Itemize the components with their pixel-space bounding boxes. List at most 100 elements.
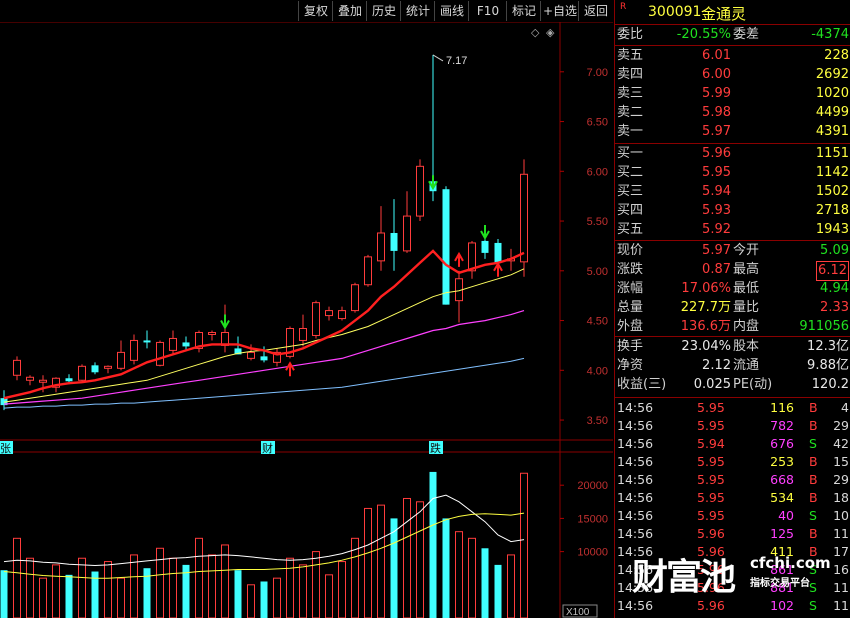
settings-dot-icon[interactable]: ◈: [546, 26, 555, 39]
volume-bar: [286, 557, 294, 618]
ask-row[interactable]: 卖三 5.99 1020: [615, 85, 850, 103]
candle-body: [364, 256, 372, 286]
tick-side: S: [809, 436, 817, 451]
price-tick-label: 4.50: [587, 316, 608, 328]
mark-button[interactable]: 标记: [506, 1, 541, 21]
volume-bar: [442, 518, 450, 618]
tick-count: 11: [833, 526, 849, 541]
volume-bar: [117, 577, 125, 618]
f10-button[interactable]: F10: [468, 1, 507, 21]
quote-value: 911056: [799, 319, 849, 334]
volume-tick-label: 20000: [577, 480, 608, 492]
statistics-button[interactable]: 统计: [400, 1, 435, 21]
volume-bar: [195, 537, 203, 618]
weicha-value: -4374: [811, 27, 849, 42]
tick-side: B: [809, 490, 818, 505]
bid-row[interactable]: 买一 5.96 1151: [615, 145, 850, 163]
quote-row: 现价 5.97 今开 5.09: [615, 242, 850, 260]
add-favorite-button[interactable]: +自选: [540, 1, 579, 21]
tick-time: 14:56: [617, 472, 654, 487]
kline-chart[interactable]: 7.17 7.00 6.50 6.00 5.50 5.00 4.50 4.00 3.50 200…: [0, 22, 613, 618]
bid-row[interactable]: 买五 5.92 1943: [615, 221, 850, 239]
watermark-sub: 指标交易平台: [750, 578, 810, 589]
ask-volume: 4499: [815, 105, 849, 120]
divider: [615, 24, 850, 25]
volume-bar: [221, 544, 229, 618]
finance-value: 2.12: [702, 358, 731, 373]
quote-value: 136.6万: [680, 319, 731, 334]
bid-price: 5.96: [702, 146, 731, 161]
stock-header: R 300091 金通灵: [615, 0, 850, 24]
volume-bar: [481, 548, 489, 618]
tick-price: 5.95: [697, 508, 725, 523]
bid-price: 5.92: [702, 222, 731, 237]
back-button[interactable]: 返回: [578, 1, 613, 21]
tick-price: 5.95: [697, 400, 725, 415]
bid-row[interactable]: 买二 5.95 1142: [615, 164, 850, 182]
candle-body: [169, 337, 177, 351]
tick-volume: 668: [770, 472, 794, 487]
volume-bar: [247, 584, 255, 618]
volume-bar: [104, 561, 112, 618]
ask-row[interactable]: 卖二 5.98 4499: [615, 104, 850, 122]
candle-body: [156, 341, 164, 366]
candle-body: [91, 365, 99, 373]
diamond-icon[interactable]: ◇: [531, 26, 540, 39]
ask-label: 卖三: [617, 86, 644, 101]
ask-price: 5.99: [702, 86, 731, 101]
tick-time: 14:56: [617, 454, 654, 469]
candle-body: [338, 310, 346, 320]
volume-bar: [468, 537, 476, 618]
bid-label: 买一: [617, 146, 644, 161]
candle-body: [351, 284, 359, 312]
divider: [615, 397, 850, 398]
bid-label: 买二: [617, 165, 644, 180]
volume-bar: [520, 472, 528, 618]
tick-count: 18: [833, 490, 849, 505]
stock-code: 300091: [648, 4, 702, 20]
tick-time: 14:56: [617, 400, 654, 415]
candle-body: [65, 378, 73, 382]
finance-row: 收益(三) 0.025 PE(动) 120.2: [615, 376, 850, 394]
overlay-button[interactable]: 叠加: [332, 1, 367, 21]
candle-body: [13, 359, 21, 376]
weibi-value: -20.55%: [676, 27, 731, 42]
volume-bar: [299, 564, 307, 618]
draw-line-button[interactable]: 画线: [434, 1, 469, 21]
candle-body: [403, 215, 411, 252]
candle-body: [390, 232, 398, 251]
candle-body: [416, 165, 424, 217]
stock-name: 金通灵: [701, 5, 747, 23]
tick-row: 14:56 5.94 676 S 42: [615, 435, 850, 453]
volume-bar: [377, 504, 385, 618]
bid-row[interactable]: 买三 5.94 1502: [615, 183, 850, 201]
candle-body: [494, 242, 502, 263]
restore-rights-button[interactable]: 复权: [298, 1, 333, 21]
candle-body: [182, 342, 190, 347]
bid-label: 买四: [617, 203, 644, 218]
finance-label: 股本: [733, 339, 760, 354]
tick-row: 14:56 5.95 668 B 29: [615, 471, 850, 489]
quote-row: 总量 227.7万 量比 2.33: [615, 299, 850, 317]
volume-bar: [312, 551, 320, 618]
bid-volume: 1502: [815, 184, 849, 199]
history-button[interactable]: 历史: [366, 1, 401, 21]
ask-row[interactable]: 卖一 5.97 4391: [615, 123, 850, 141]
volume-bar: [26, 557, 34, 618]
candle-body: [26, 376, 34, 381]
tick-time: 14:56: [617, 490, 654, 505]
ask-row[interactable]: 卖四 6.00 2692: [615, 66, 850, 84]
candle-body: [247, 351, 255, 359]
tick-volume: 116: [770, 400, 794, 415]
tick-row: 14:56 5.95 534 B 18: [615, 489, 850, 507]
bid-label: 买三: [617, 184, 644, 199]
ask-row[interactable]: 卖五 6.01 228: [615, 47, 850, 65]
bid-row[interactable]: 买四 5.93 2718: [615, 202, 850, 220]
volume-bar: [338, 561, 346, 618]
quote-value: 5.97: [702, 243, 731, 258]
r-badge: R: [620, 2, 627, 12]
volume-bar: [260, 581, 268, 618]
price-tick-label: 3.50: [587, 415, 608, 427]
quote-value: 2.33: [820, 300, 849, 315]
ask-price: 6.01: [702, 48, 731, 63]
